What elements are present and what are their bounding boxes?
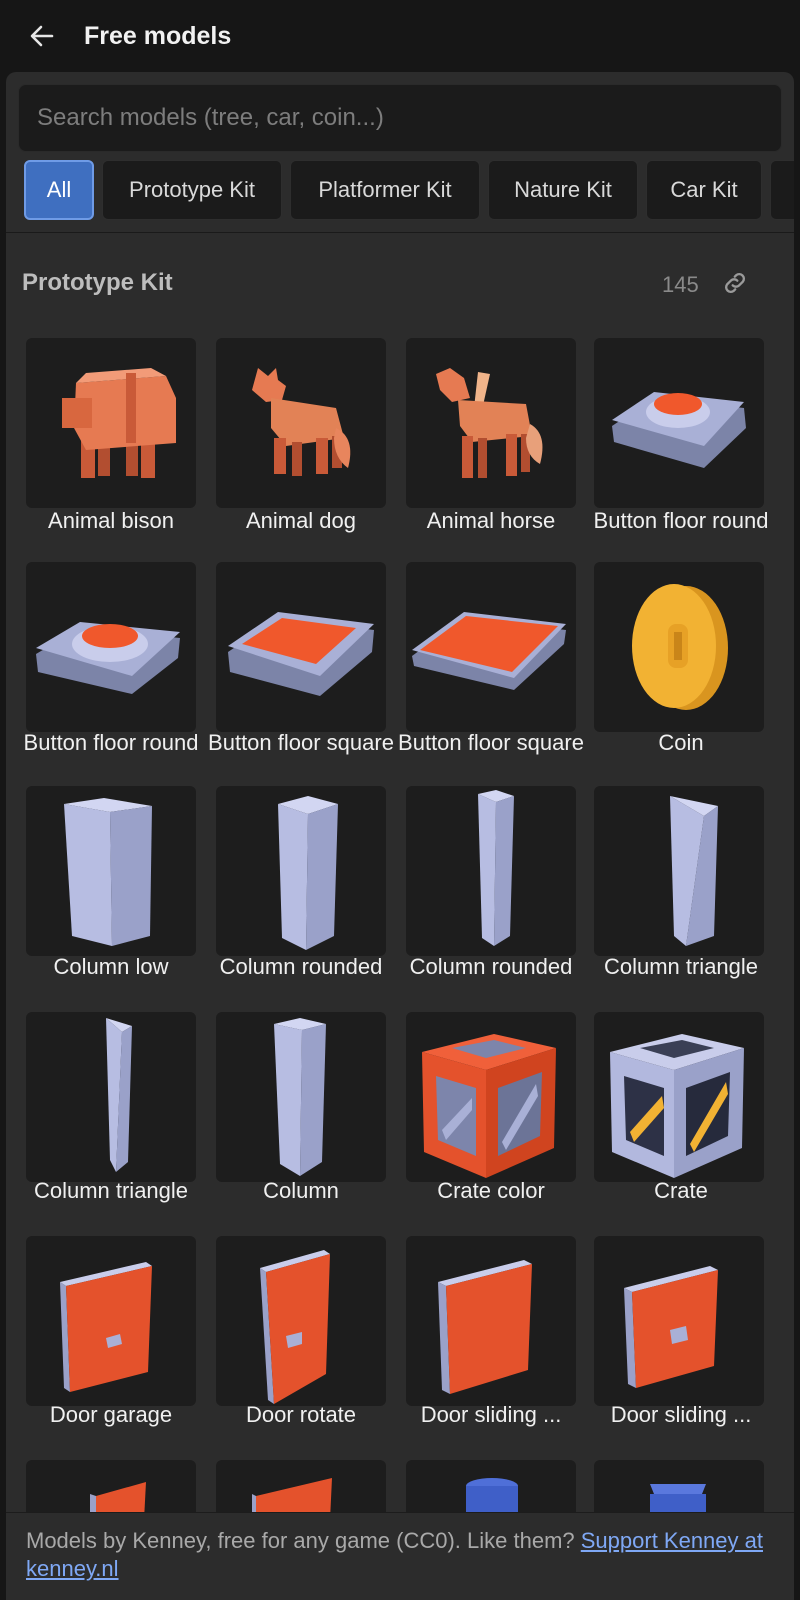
model-label: Animal bison: [48, 508, 174, 533]
column-triangle-thumbnail: [670, 796, 718, 946]
model-label: Door rotate: [245, 1402, 357, 1427]
model-label: Column: [263, 1178, 339, 1203]
section-title: Prototype Kit: [22, 269, 173, 296]
door-sliding-thumbnail: [624, 1266, 718, 1388]
model-label: Button floor square: [208, 730, 394, 755]
filter-chip-nature-kit[interactable]: Nature Kit: [488, 160, 638, 220]
model-label: Column triangle: [33, 1178, 189, 1203]
model-tile-door-garage[interactable]: [26, 1236, 196, 1406]
models-panel: All Prototype Kit Platformer Kit Nature …: [6, 72, 794, 1600]
model-label: Crate color: [437, 1178, 545, 1203]
model-label: Animal dog: [245, 508, 357, 533]
model-tile-door-sliding[interactable]: [406, 1236, 576, 1406]
animal-horse-thumbnail: [436, 368, 543, 478]
model-tile-button-floor-square-2[interactable]: [406, 562, 576, 732]
model-label: Door sliding ...: [420, 1402, 562, 1427]
copy-link-button[interactable]: [718, 266, 752, 300]
model-tile-column-rounded[interactable]: [216, 786, 386, 956]
filter-chip-more[interactable]: [770, 160, 794, 220]
model-tile-door-sliding-2[interactable]: [594, 1236, 764, 1406]
button-floor-square-thumbnail: [412, 612, 566, 690]
crate-thumbnail: [610, 1034, 744, 1178]
button-floor-square-thumbnail: [228, 612, 374, 696]
filter-chip-platformer-kit[interactable]: Platformer Kit: [290, 160, 480, 220]
search-box[interactable]: [18, 84, 782, 152]
column-thumbnail: [274, 1018, 326, 1176]
model-label: Column low: [53, 954, 169, 979]
model-tile-button-floor-square[interactable]: [216, 562, 386, 732]
model-label: Crate: [654, 1178, 708, 1203]
section-count: 145: [662, 272, 699, 297]
filter-chip-car-kit[interactable]: Car Kit: [646, 160, 762, 220]
model-tile-column-triangle-2[interactable]: [26, 1012, 196, 1182]
model-label: Column rounded: [409, 954, 573, 979]
back-button[interactable]: [22, 18, 62, 54]
animal-dog-thumbnail: [252, 368, 351, 476]
search-input[interactable]: [19, 85, 781, 151]
coin-thumbnail: [632, 584, 728, 710]
model-tile-coin[interactable]: [594, 562, 764, 732]
model-tile-door-rotate[interactable]: [216, 1236, 386, 1406]
model-label: Coin: [658, 730, 704, 755]
page-title: Free models: [84, 22, 232, 50]
column-low-thumbnail: [64, 798, 152, 946]
link-icon: [724, 272, 746, 294]
button-floor-round-thumbnail: [612, 392, 746, 468]
model-label: Animal horse: [426, 508, 556, 533]
model-tile-column-low[interactable]: [26, 786, 196, 956]
door-sliding-thumbnail: [438, 1260, 532, 1394]
filter-chip-prototype-kit[interactable]: Prototype Kit: [102, 160, 282, 220]
model-tile-animal-horse[interactable]: [406, 338, 576, 508]
model-tile-crate-color[interactable]: [406, 1012, 576, 1182]
arrow-left-icon: [30, 25, 54, 47]
divider: [6, 232, 794, 233]
model-tile-crate[interactable]: [594, 1012, 764, 1182]
filter-chip-all[interactable]: All: [24, 160, 94, 220]
model-tile-animal-dog[interactable]: [216, 338, 386, 508]
model-label: Column rounded: [219, 954, 383, 979]
filter-chips: All Prototype Kit Platformer Kit Nature …: [18, 160, 794, 220]
footer-text: Models by Kenney, free for any game (CC0…: [26, 1528, 575, 1553]
model-tile-button-floor-round-2[interactable]: [26, 562, 196, 732]
model-tile-column-rounded-2[interactable]: [406, 786, 576, 956]
model-label: Button floor round: [23, 730, 199, 755]
door-rotate-thumbnail: [260, 1250, 330, 1404]
model-tile-column-triangle[interactable]: [594, 786, 764, 956]
crate-color-thumbnail: [422, 1034, 556, 1178]
model-tile-column[interactable]: [216, 1012, 386, 1182]
model-label: Door garage: [49, 1402, 173, 1427]
model-label: Column triangle: [603, 954, 759, 979]
model-label: Button floor square: [398, 730, 584, 755]
door-garage-thumbnail: [60, 1262, 152, 1392]
button-floor-round-thumbnail: [36, 622, 180, 694]
footer: Models by Kenney, free for any game (CC0…: [6, 1512, 794, 1600]
model-tile-button-floor-round[interactable]: [594, 338, 764, 508]
column-triangle-thumbnail: [106, 1018, 132, 1172]
column-rounded-thumbnail: [278, 796, 338, 950]
top-bar: Free models: [0, 0, 800, 72]
model-label: Door sliding ...: [610, 1402, 752, 1427]
animal-bison-thumbnail: [62, 368, 176, 478]
column-rounded-thumbnail: [478, 790, 514, 946]
model-label: Button floor round: [593, 508, 769, 533]
model-tile-animal-bison[interactable]: [26, 338, 196, 508]
